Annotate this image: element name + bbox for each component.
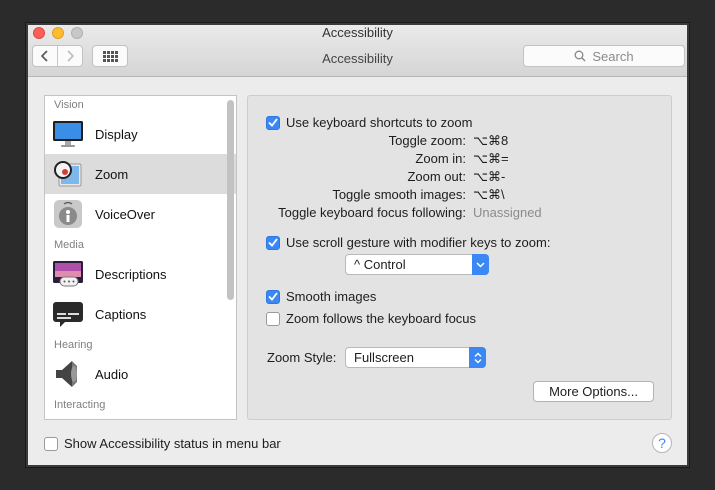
smooth-images-label: Smooth images bbox=[286, 289, 377, 304]
shortcut-label: Toggle smooth images: bbox=[332, 187, 466, 202]
voiceover-icon bbox=[51, 197, 85, 231]
grid-icon bbox=[102, 50, 118, 62]
sidebar-scrollbar[interactable] bbox=[227, 100, 234, 300]
sidebar-item-voiceover[interactable]: VoiceOver bbox=[45, 194, 236, 234]
sidebar-item-audio[interactable]: Audio bbox=[45, 354, 236, 394]
sidebar-item-label: Zoom bbox=[95, 166, 129, 182]
shortcut-label: Toggle keyboard focus following: bbox=[278, 205, 466, 220]
sidebar-item-label: VoiceOver bbox=[95, 206, 155, 222]
modifier-key-value: ^ Control bbox=[354, 257, 406, 272]
status-menu-bar-option[interactable]: Show Accessibility status in menu bar bbox=[44, 436, 281, 451]
shortcut-value: Unassigned bbox=[473, 205, 542, 220]
shortcut-value: ⌥⌘8 bbox=[473, 133, 509, 148]
sidebar-item-label: Audio bbox=[95, 366, 129, 382]
search-icon bbox=[574, 50, 586, 62]
chevron-down-icon bbox=[472, 254, 489, 275]
follow-focus-checkbox[interactable] bbox=[266, 311, 280, 326]
follow-focus-label: Zoom follows the keyboard focus bbox=[286, 311, 477, 326]
status-menu-bar-checkbox[interactable] bbox=[44, 436, 58, 451]
checkmark-icon bbox=[268, 118, 278, 127]
shortcut-label: Zoom out: bbox=[407, 169, 466, 184]
search-placeholder: Search bbox=[592, 48, 634, 64]
preferences-window: Accessibility Accessibility Search Visio… bbox=[25, 22, 690, 468]
more-options-button[interactable]: More Options... bbox=[533, 381, 654, 402]
sidebar-item-descriptions[interactable]: Descriptions bbox=[45, 254, 236, 294]
keyboard-shortcuts-label: Use keyboard shortcuts to zoom bbox=[286, 115, 473, 130]
sidebar: Vision Display Zoom VoiceOver Media Desc bbox=[44, 95, 237, 420]
help-icon: ? bbox=[658, 435, 666, 451]
back-button[interactable] bbox=[33, 46, 57, 66]
zoom-style-label: Zoom Style: bbox=[267, 350, 337, 365]
title-bar: Accessibility Accessibility Search bbox=[26, 23, 689, 77]
sidebar-section-vision: Vision bbox=[54, 99, 84, 111]
forward-button[interactable] bbox=[57, 46, 82, 66]
zoom-style-value: Fullscreen bbox=[354, 350, 414, 365]
sidebar-section-media: Media bbox=[54, 239, 84, 251]
shortcut-value: ⌥⌘- bbox=[473, 169, 506, 184]
sidebar-item-label: Display bbox=[95, 126, 138, 142]
shortcut-value: ⌥⌘= bbox=[473, 151, 509, 166]
descriptions-icon bbox=[51, 257, 85, 291]
sidebar-item-display[interactable]: Display bbox=[45, 114, 236, 154]
chevron-right-icon bbox=[67, 50, 74, 62]
nav-buttons bbox=[32, 45, 83, 67]
sidebar-section-hearing: Hearing bbox=[54, 339, 93, 351]
captions-icon bbox=[51, 297, 85, 331]
chevron-left-icon bbox=[41, 50, 48, 62]
modifier-key-select[interactable]: ^ Control bbox=[345, 254, 489, 275]
audio-icon bbox=[51, 357, 85, 391]
window-title: Accessibility bbox=[322, 25, 393, 40]
checkmark-icon bbox=[268, 292, 278, 301]
keyboard-shortcuts-option[interactable]: Use keyboard shortcuts to zoom bbox=[266, 115, 472, 130]
keyboard-shortcuts-checkbox[interactable] bbox=[266, 115, 280, 130]
chevron-updown-icon bbox=[469, 347, 486, 368]
sidebar-item-label: Descriptions bbox=[95, 266, 167, 282]
sidebar-item-label: Captions bbox=[95, 306, 147, 322]
status-menu-bar-label: Show Accessibility status in menu bar bbox=[64, 436, 281, 451]
follow-focus-option[interactable]: Zoom follows the keyboard focus bbox=[266, 311, 476, 326]
zoom-style-select[interactable]: Fullscreen bbox=[345, 347, 486, 368]
sidebar-item-captions[interactable]: Captions bbox=[45, 294, 236, 334]
help-button[interactable]: ? bbox=[652, 433, 672, 453]
checkmark-icon bbox=[268, 238, 278, 247]
smooth-images-option[interactable]: Smooth images bbox=[266, 289, 376, 304]
shortcut-value: ⌥⌘\ bbox=[473, 187, 505, 202]
scroll-gesture-checkbox[interactable] bbox=[266, 235, 280, 250]
scroll-gesture-label: Use scroll gesture with modifier keys to… bbox=[286, 235, 551, 250]
shortcut-label: Toggle zoom: bbox=[388, 133, 466, 148]
show-all-button[interactable] bbox=[92, 45, 128, 67]
shortcut-label: Zoom in: bbox=[415, 151, 466, 166]
zoom-settings-panel: Use keyboard shortcuts to zoom Toggle zo… bbox=[247, 95, 672, 420]
search-field[interactable]: Search bbox=[523, 45, 685, 67]
sidebar-item-zoom[interactable]: Zoom bbox=[45, 154, 236, 194]
display-icon bbox=[51, 117, 85, 151]
scroll-gesture-option[interactable]: Use scroll gesture with modifier keys to… bbox=[266, 235, 550, 250]
zoom-icon bbox=[51, 157, 85, 191]
sidebar-section-interacting: Interacting bbox=[54, 399, 106, 411]
smooth-images-checkbox[interactable] bbox=[266, 289, 280, 304]
